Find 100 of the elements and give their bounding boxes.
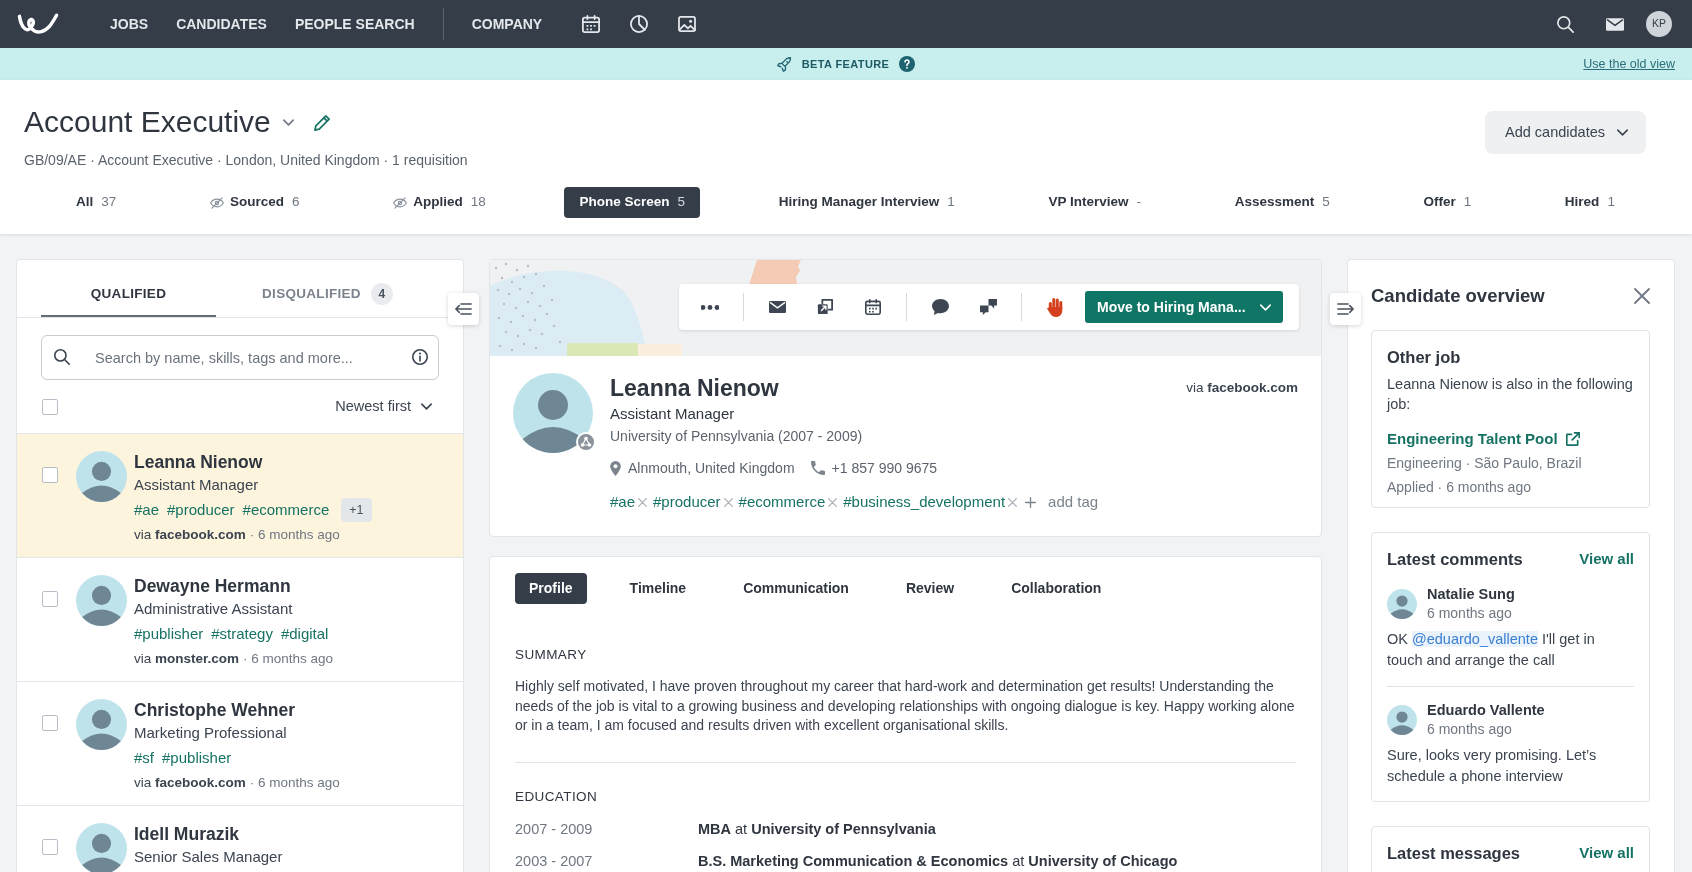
stage-tab[interactable]: VP Interview - [1033,187,1156,218]
search-icon [54,349,70,365]
candidate-title: Marketing Professional [134,723,288,743]
source-text: via facebook.com [1186,378,1298,397]
chevron-down-icon [421,403,432,410]
detail-tab[interactable]: Profile [515,573,587,604]
add-candidates-button[interactable]: Add candidates [1485,111,1646,154]
old-view-link[interactable]: Use the old view [1583,54,1675,74]
sort-dropdown[interactable]: Newest first [335,395,432,418]
view-all-link[interactable]: View all [1579,548,1634,571]
pie-chart-icon[interactable] [630,15,649,33]
candidate-title: Assistant Manager [610,404,736,424]
education-text: University of Pennsylvania (2007 - 2009) [610,427,864,446]
section-heading: EDUCATION [515,788,599,807]
detail-tab[interactable]: Timeline [615,573,701,604]
stage-tab[interactable]: Phone Screen 5 [564,187,700,218]
comment-time: 6 months ago [1427,603,1513,623]
comment-text: OK @eduardo_vallente I'll get in touch and arrange the call [1387,629,1596,670]
candidate-row[interactable]: Idell Murazik Senior Sales Manager [17,805,463,872]
comment-author: Eduardo Vallente [1427,700,1545,720]
view-all-link[interactable]: View all [1579,841,1634,864]
stage-tab[interactable]: Hired 1 [1549,187,1630,218]
comment-time: 6 months ago [1427,719,1513,739]
pencil-icon[interactable] [313,113,331,131]
candidate-title: Administrative Assistant [134,599,294,619]
list-tab[interactable]: QUALIFIED [41,260,216,317]
stage-tab[interactable]: Hiring Manager Interview 1 [763,187,970,218]
checkbox[interactable] [42,591,58,607]
search-icon[interactable] [1557,15,1574,33]
job-meta-text: Engineering · São Paulo, Brazil [1387,454,1583,473]
search-field[interactable]: Search by name, skills, tags and more... [41,335,439,380]
list-tab[interactable]: DISQUALIFIED 4 [216,260,439,317]
avatar-icon [76,823,127,872]
move-stage-button[interactable]: Move to Hiring Mana... [1085,291,1283,323]
candidate-row[interactable]: Leanna Nienow Assistant Manager #ae #producer #ecommerce +1 via facebook.com · 6 months ago [17,433,463,557]
detail-tab[interactable]: Review [891,573,969,604]
eye-slash-icon [210,196,224,209]
nav-menu-item[interactable]: CANDIDATES [176,13,267,35]
source-text: via facebook.com [134,774,246,792]
stage-tab[interactable]: Applied 18 [378,187,501,218]
more-icon[interactable] [701,304,719,310]
copy-arrow-icon[interactable] [817,299,833,315]
candidate-name: Leanna Nienow [610,374,779,403]
calendar-icon[interactable] [865,299,881,315]
candidate-title: Assistant Manager [134,475,260,495]
candidate-name: Christophe Wehner [134,699,297,721]
candidate-name: Dewayne Hermann [134,575,292,597]
job-status-text: Applied · 6 months ago [1387,478,1532,497]
candidate-name: Leanna Nienow [134,451,264,473]
nav-menu-item[interactable]: PEOPLE SEARCH [294,13,415,35]
checkbox[interactable] [42,839,58,855]
nav-menu-item[interactable]: COMPANY [471,13,543,35]
summary-text: Highly self motivated, I have proven throughout my career that hard-work and determination get results! Understanding the needs of the job is vital to a growing business and developing relationships with ongoing dialogue is key. Happy working alone or in a team, I am focused and results driven with excellent organisational skills. [515,677,1296,736]
mail-icon[interactable] [1606,17,1624,31]
checkbox[interactable] [42,715,58,731]
help-icon[interactable] [899,56,916,72]
peach-decoration-drawing [749,260,801,285]
stage-tab[interactable]: Offer 1 [1408,187,1487,218]
candidate-row[interactable]: Christophe Wehner Marketing Professional #sf #publisher via facebook.com · 6 months ago [17,681,463,805]
stage-tab[interactable]: Sourced 6 [195,187,315,218]
candidate-title: Senior Sales Manager [134,847,283,867]
detail-tab[interactable]: Communication [729,573,863,604]
tag-label: #strategy [211,624,273,644]
nav-menu-item[interactable]: JOBS [110,13,149,35]
stage-tab[interactable]: Assessment 5 [1219,187,1345,218]
card-heading: Latest messages [1387,842,1520,864]
info-icon[interactable] [412,349,428,365]
hand-icon[interactable] [1047,297,1063,317]
detail-tab[interactable]: Collaboration [997,573,1116,604]
avatar-icon [513,373,593,453]
arrow-left-icon [455,303,472,315]
avatar-icon [1387,704,1417,735]
mail-icon[interactable] [768,301,786,313]
avatar-icon [76,451,127,502]
external-link-icon [1565,432,1580,446]
candidate-row[interactable]: Dewayne Hermann Administrative Assistant #publisher #strategy #digital via monster.com · 6 months ago [17,557,463,681]
tag-label: #ecommerce [242,500,330,520]
tag-label: #ecommerce [738,492,826,512]
source-text: via facebook.com [134,526,246,544]
comment-icon[interactable] [931,299,949,315]
user-avatar[interactable]: KP [1646,11,1672,37]
close-icon[interactable] [1634,288,1650,304]
checkbox[interactable] [42,398,58,415]
checkbox[interactable] [42,467,58,483]
collapse-list-button[interactable] [448,293,479,325]
tag-label: #producer [167,500,235,520]
rocket-icon [776,56,792,72]
stage-tab[interactable]: All 37 [61,187,132,218]
more-tags-chip[interactable]: +1 [341,497,372,522]
mention-link[interactable]: @eduardo_vallente [1412,630,1538,647]
chevron-down-icon [1260,303,1271,311]
job-link[interactable]: Engineering Talent Pool [1387,428,1580,450]
card-heading: Other job [1387,347,1462,368]
logo-icon[interactable] [16,12,60,36]
image-icon[interactable] [678,16,697,32]
add-tag-button[interactable]: add tag [1025,490,1099,514]
speech-bubbles-icon[interactable] [979,299,997,315]
tag-label: #business_development [843,492,1006,512]
collapse-overview-button[interactable] [1330,293,1361,325]
chevron-down-icon[interactable] [282,118,294,126]
